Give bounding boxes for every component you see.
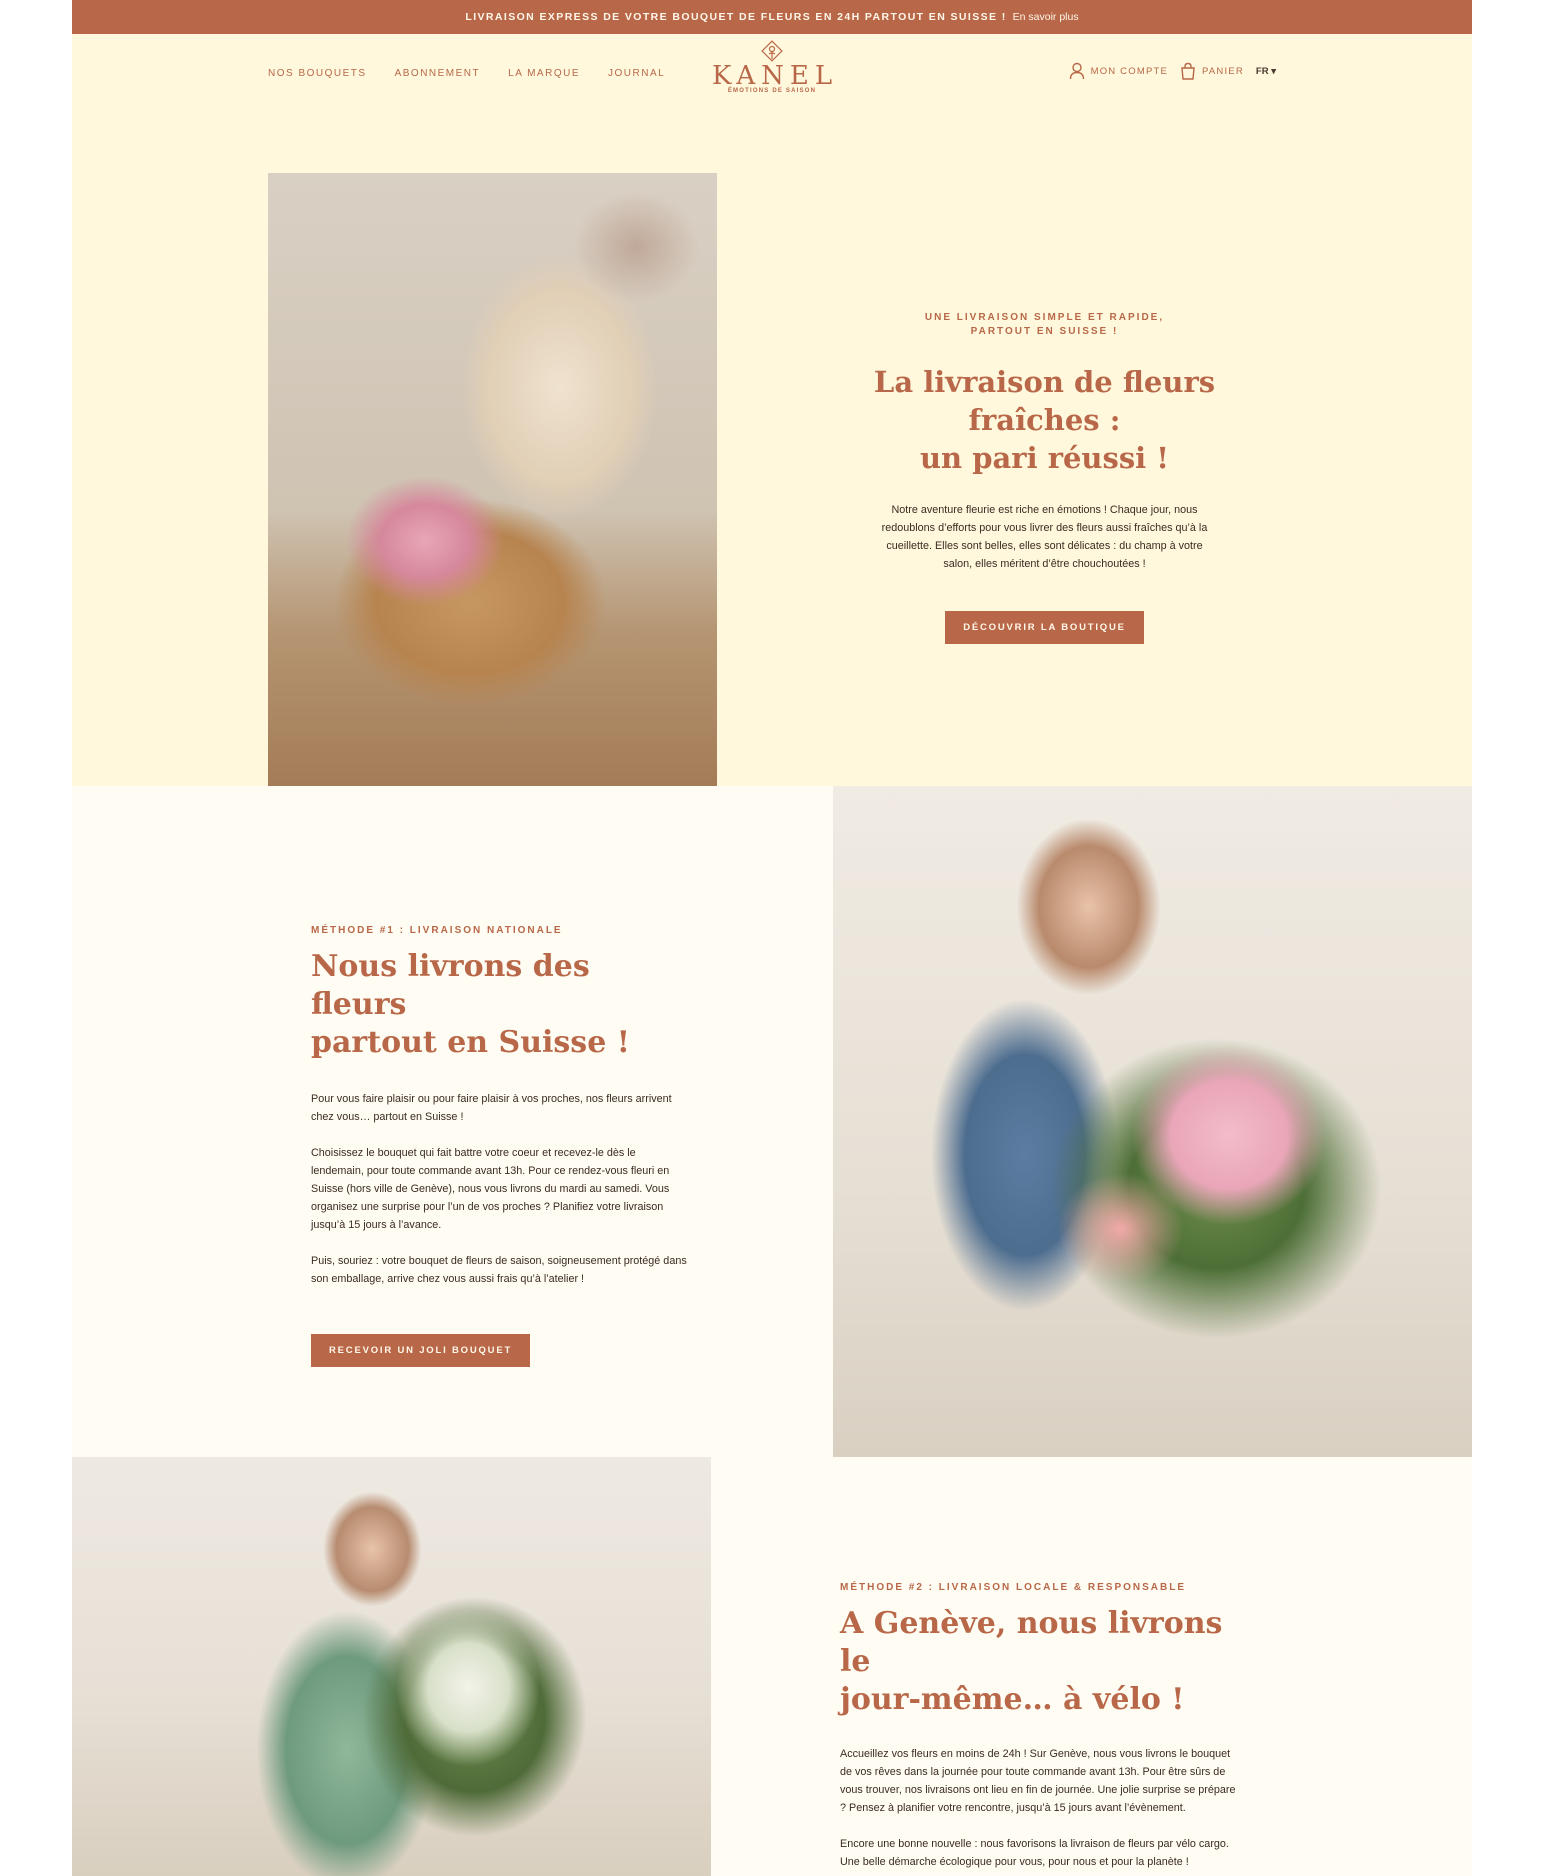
site-header: NOS BOUQUETS ABONNEMENT LA MARQUE JOURNA… [72,34,1472,134]
announcement-text: LIVRAISON EXPRESS DE VOTRE BOUQUET DE FL… [465,11,1007,23]
method1-paragraph: Choisissez le bouquet qui fait battre vo… [311,1147,670,1231]
method1-title-line1: Nous livrons des fleurs [311,949,590,1022]
logo-wordmark: KANEL [712,61,839,91]
account-label: MON COMPTE [1090,65,1169,77]
hero-title-line1: La livraison de fleurs fraîches : [873,365,1216,437]
method1-eyebrow: MÉTHODE #1 : LIVRAISON NATIONALE [311,925,563,936]
hero-eyebrow: UNE LIVRAISON SIMPLE ET RAPIDE, PARTOUT … [924,312,1165,337]
logo-tagline: ÉMOTIONS DE SAISON [727,88,817,94]
header-actions: MON COMPTE PANIER FR ▾ [1069,62,1276,80]
hero-section: UNE LIVRAISON SIMPLE ET RAPIDE, PARTOUT … [72,134,1472,786]
cart-link[interactable]: PANIER [1180,62,1244,80]
nav-abonnement[interactable]: ABONNEMENT [395,68,481,79]
method2-eyebrow: MÉTHODE #2 : LIVRAISON LOCALE & RESPONSA… [840,1582,1187,1593]
method1-text: MÉTHODE #1 : LIVRAISON NATIONALE Nous li… [311,924,691,1367]
language-label: FR [1255,65,1269,77]
announcement-link[interactable]: En savoir plus [1013,11,1079,23]
method1-title-line2: partout en Suisse ! [311,1025,630,1060]
woman-holding-bouquet-image [833,786,1472,1457]
method2-paragraph: Encore une bonne nouvelle : nous favoris… [840,1838,1229,1868]
nav-journal[interactable]: JOURNAL [608,68,665,79]
nav-la-marque[interactable]: LA MARQUE [508,68,580,79]
language-selector[interactable]: FR ▾ [1256,66,1276,77]
bag-icon [1181,62,1195,80]
method2-section: MÉTHODE #2 : LIVRAISON LOCALE & RESPONSA… [72,1457,1472,1876]
brand-logo[interactable]: KANEL ÉMOTIONS DE SAISON [712,40,832,94]
announcement-bar: LIVRAISON EXPRESS DE VOTRE BOUQUET DE FL… [72,0,1472,34]
main-nav: NOS BOUQUETS ABONNEMENT LA MARQUE JOURNA… [268,68,665,79]
hero-title: La livraison de fleurs fraîches : un par… [817,363,1272,477]
account-link[interactable]: MON COMPTE [1069,62,1168,80]
method2-paragraph: Accueillez vos fleurs en moins de 24h ! … [840,1748,1236,1814]
method1-body: Pour vous faire plaisir ou pour faire pl… [311,1090,691,1288]
page-frame: LIVRAISON EXPRESS DE VOTRE BOUQUET DE FL… [72,0,1472,1876]
method1-section: MÉTHODE #1 : LIVRAISON NATIONALE Nous li… [72,786,1472,1457]
method2-body: Accueillez vos fleurs en moins de 24h ! … [840,1745,1240,1871]
user-icon [1069,62,1084,80]
hero-text: UNE LIVRAISON SIMPLE ET RAPIDE, PARTOUT … [817,311,1272,644]
receive-bouquet-button[interactable]: RECEVOIR UN JOLI BOUQUET [311,1334,531,1367]
flower-emblem-icon [761,40,783,62]
method2-title-line1: A Genève, nous livrons le [840,1606,1223,1679]
cart-label: PANIER [1202,65,1244,77]
nav-bouquets[interactable]: NOS BOUQUETS [268,68,367,79]
method1-paragraph: Puis, souriez : votre bouquet de fleurs … [311,1255,687,1285]
method2-title-line2: jour-même… à vélo ! [840,1682,1185,1717]
woman-with-vase-bouquet-image [72,1457,711,1876]
method1-paragraph: Pour vous faire plaisir ou pour faire pl… [311,1093,672,1123]
chevron-down-icon: ▾ [1271,65,1276,77]
discover-shop-button[interactable]: DÉCOUVRIR LA BOUTIQUE [945,611,1144,644]
hero-body: Notre aventure fleurie est riche en émot… [881,504,1208,570]
method2-title: A Genève, nous livrons le jour-même… à v… [840,1605,1240,1719]
hero-title-line2: un pari réussi ! [919,441,1170,475]
method1-title: Nous livrons des fleurs partout en Suiss… [311,948,691,1062]
method2-text: MÉTHODE #2 : LIVRAISON LOCALE & RESPONSA… [840,1581,1240,1876]
florist-packing-bouquet-image [268,173,717,786]
